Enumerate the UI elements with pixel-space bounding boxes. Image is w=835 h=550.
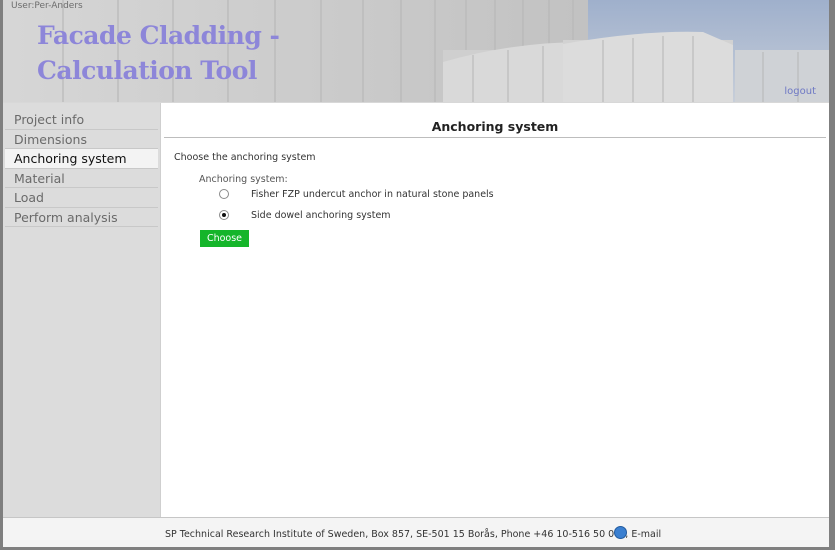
sidebar-item-anchoring-system[interactable]: Anchoring system	[5, 149, 158, 169]
main-content: Anchoring system Choose the anchoring sy…	[161, 103, 829, 517]
user-label: User:Per-Anders	[11, 1, 83, 11]
sidebar-item-project-info[interactable]: Project info	[5, 110, 158, 130]
app-title-line-2: Calculation Tool	[37, 56, 257, 85]
radio-side-dowel[interactable]	[219, 210, 229, 220]
option-label: Side dowel anchoring system	[251, 209, 391, 221]
logout-link[interactable]: logout	[784, 86, 816, 97]
sidebar-item-perform-analysis[interactable]: Perform analysis	[5, 208, 158, 227]
email-link[interactable]: , E-mail	[625, 529, 661, 540]
radio-fisher-fzp[interactable]	[219, 189, 229, 199]
app-frame: User:Per-Anders Facade Cladding - Calcul…	[3, 0, 829, 547]
choose-prompt: Choose the anchoring system	[174, 152, 316, 163]
app-title-line-1: Facade Cladding -	[37, 21, 280, 50]
option-side-dowel[interactable]: Side dowel anchoring system	[219, 208, 391, 222]
footer-address: SP Technical Research Institute of Swede…	[165, 529, 627, 540]
header-banner: User:Per-Anders Facade Cladding - Calcul…	[3, 0, 829, 102]
sidebar-nav: Project info Dimensions Anchoring system…	[3, 103, 161, 517]
choose-button[interactable]: Choose	[200, 230, 249, 247]
option-fisher-fzp[interactable]: Fisher FZP undercut anchor in natural st…	[219, 187, 494, 201]
footer: SP Technical Research Institute of Swede…	[3, 517, 829, 547]
sidebar-item-dimensions[interactable]: Dimensions	[5, 130, 158, 149]
sidebar-item-load[interactable]: Load	[5, 188, 158, 208]
page-title: Anchoring system	[164, 116, 826, 138]
option-label: Fisher FZP undercut anchor in natural st…	[251, 188, 494, 200]
app-title: Facade Cladding - Calculation Tool	[37, 18, 280, 88]
anchoring-group-label: Anchoring system:	[199, 174, 288, 185]
sidebar-item-material[interactable]: Material	[5, 169, 158, 188]
footer-text: SP Technical Research Institute of Swede…	[165, 526, 661, 540]
